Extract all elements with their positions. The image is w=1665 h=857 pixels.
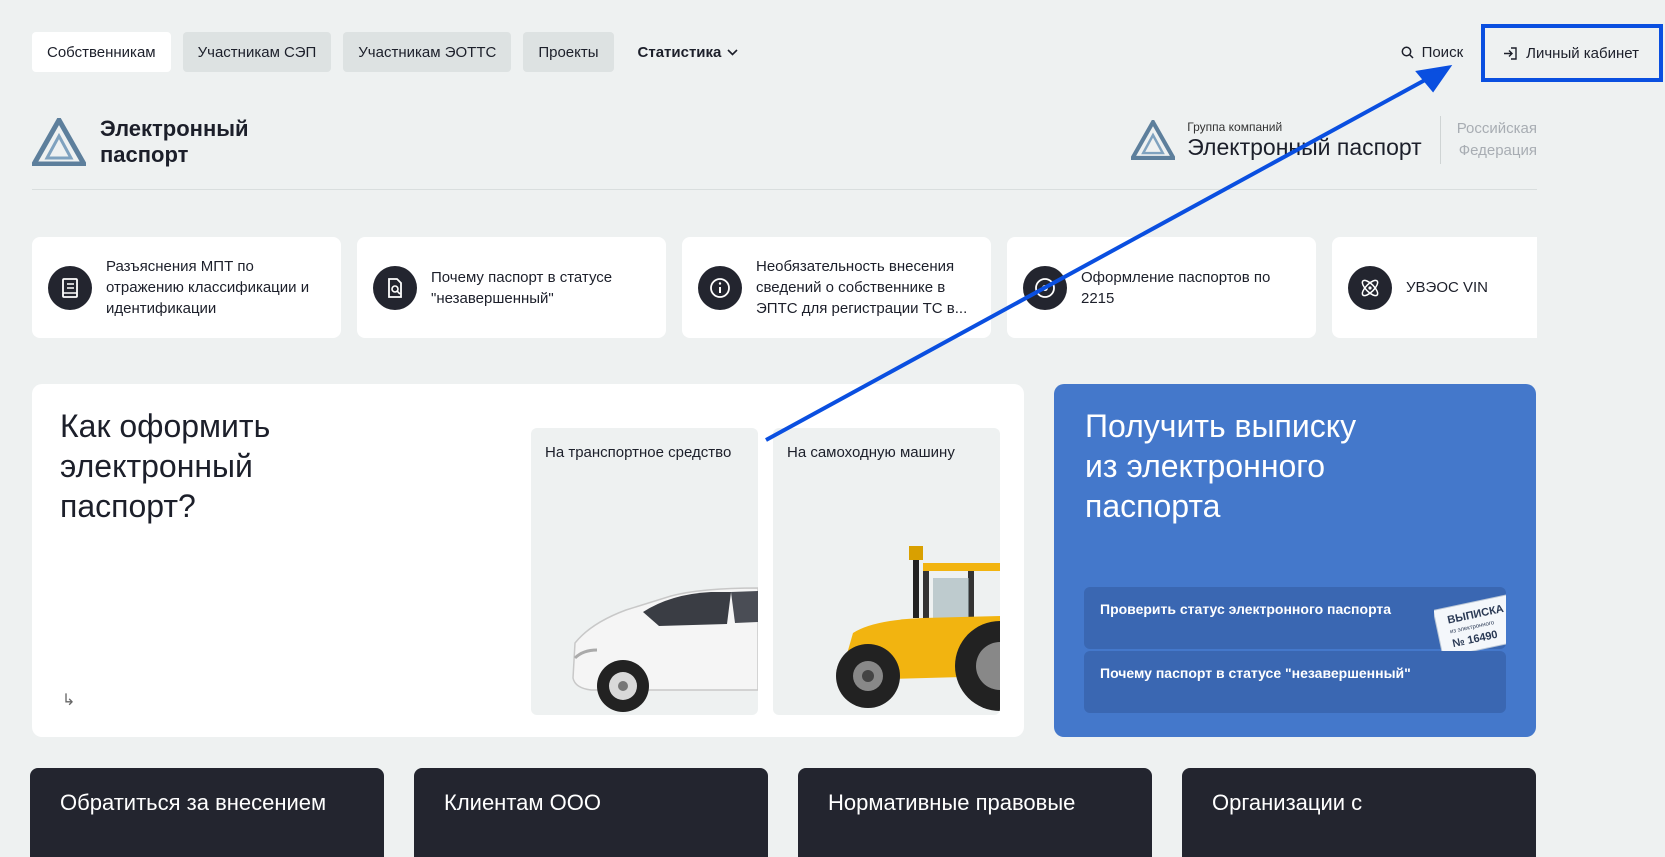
return-arrow-icon: ↳	[62, 692, 76, 709]
car-image	[572, 587, 758, 712]
nav-owners[interactable]: Собственникам	[32, 32, 171, 72]
how-to-title: Как оформить электронный паспорт?	[60, 408, 271, 524]
extract-title: Получить выписку из электронного паспорт…	[1085, 408, 1357, 524]
extract-block: Получить выписку из электронного паспорт…	[1054, 384, 1536, 737]
logo-text: Электронный паспорт	[100, 116, 249, 168]
book-icon	[48, 265, 92, 310]
quick-card-text: Необязательность внесения сведений о соб…	[756, 258, 968, 317]
logo-line2: паспорт	[100, 142, 189, 167]
personal-cabinet-label: Личный кабинет	[1526, 44, 1639, 62]
group-name: Электронный паспорт	[1187, 134, 1422, 160]
divider	[1439, 116, 1441, 164]
bottom-card-legal[interactable]: Нормативные правовые	[798, 768, 1152, 857]
personal-cabinet-button[interactable]: Личный кабинет	[1481, 24, 1663, 82]
nav-projects[interactable]: Проекты	[523, 32, 614, 72]
quick-card-uveos[interactable]: УВЭОС VIN	[1332, 237, 1537, 338]
quick-card-text: Оформление паспортов по 2215	[1081, 268, 1271, 307]
nav-right: Поиск Личный кабинет	[1401, 24, 1663, 82]
region-label: Российская Федерация	[1457, 118, 1537, 162]
quick-card-owner-info[interactable]: Необязательность внесения сведений о соб…	[682, 237, 991, 338]
unfinished-status-label: Почему паспорт в статусе "незавершенный"	[1100, 665, 1411, 681]
vehicle-card-car[interactable]: На транспортное средство	[531, 428, 758, 715]
top-nav: Собственникам Участникам СЭП Участникам …	[32, 24, 1663, 82]
how-to-block: Как оформить электронный паспорт? ↳ На т…	[32, 384, 1024, 737]
quick-links: Разъяснения МПТ по отражению классификац…	[32, 237, 1537, 338]
logo-line1: Электронный	[100, 116, 249, 141]
bottom-card-title: Организации с	[1212, 790, 1363, 815]
atom-icon	[1348, 265, 1392, 310]
quick-card-mpt[interactable]: Разъяснения МПТ по отражению классификац…	[32, 237, 341, 338]
region-line2: Федерация	[1458, 142, 1537, 159]
region-line1: Российская	[1456, 120, 1537, 137]
bottom-card-clients[interactable]: Клиентам ООО	[414, 768, 768, 857]
company-group: Группа компаний Электронный паспорт Росс…	[1131, 116, 1537, 164]
bottom-card-title: Обратиться за внесением	[60, 790, 327, 815]
info-icon	[698, 265, 742, 310]
quick-card-unfinished[interactable]: Почему паспорт в статусе "незавершенный"	[357, 237, 666, 338]
bottom-card-request[interactable]: Обратиться за внесением	[30, 768, 384, 857]
search-button[interactable]: Поиск	[1401, 43, 1464, 61]
search-label: Поиск	[1421, 43, 1464, 61]
triangle-logo-icon	[32, 118, 86, 166]
unfinished-status-button[interactable]: Почему паспорт в статусе "незавершенный"	[1084, 651, 1506, 713]
site-header: Электронный паспорт Группа компаний Элек…	[32, 108, 1537, 190]
search-icon	[1401, 46, 1414, 59]
chevron-down-icon	[727, 48, 738, 56]
quick-card-text: УВЭОС VIN	[1406, 279, 1488, 296]
extract-stamp-image: ВЫПИСКА из электронного № 16490	[1434, 593, 1506, 651]
site-logo[interactable]: Электронный паспорт	[32, 116, 249, 168]
bottom-card-title: Нормативные правовые	[828, 790, 1076, 815]
login-icon	[1504, 46, 1517, 60]
quick-card-text: Разъяснения МПТ по отражению классификац…	[106, 258, 310, 317]
group-logo-icon	[1131, 120, 1176, 160]
group-text: Группа компаний Электронный паспорт	[1187, 120, 1421, 160]
doc-search-icon	[373, 265, 417, 310]
bottom-card-title: Клиентам ООО	[444, 790, 601, 815]
nav-statistics-dropdown[interactable]: Статистика	[626, 44, 751, 61]
bottom-card-organizations[interactable]: Организации с	[1182, 768, 1536, 857]
check-status-label: Проверить статус электронного паспорта	[1100, 601, 1392, 617]
group-small-label: Группа компаний	[1187, 120, 1283, 134]
nav-eotts-participants[interactable]: Участникам ЭОТТС	[343, 32, 512, 72]
quick-card-text: Почему паспорт в статусе "незавершенный"	[431, 268, 613, 307]
nav-sep-participants[interactable]: Участникам СЭП	[182, 32, 332, 72]
quick-card-2215[interactable]: Оформление паспортов по 2215	[1007, 237, 1316, 338]
vehicle-card-tractor[interactable]: На самоходную машину	[773, 428, 1000, 715]
target-icon	[1023, 265, 1067, 310]
nav-statistics-label: Статистика	[637, 43, 722, 61]
tractor-image	[836, 546, 1000, 711]
